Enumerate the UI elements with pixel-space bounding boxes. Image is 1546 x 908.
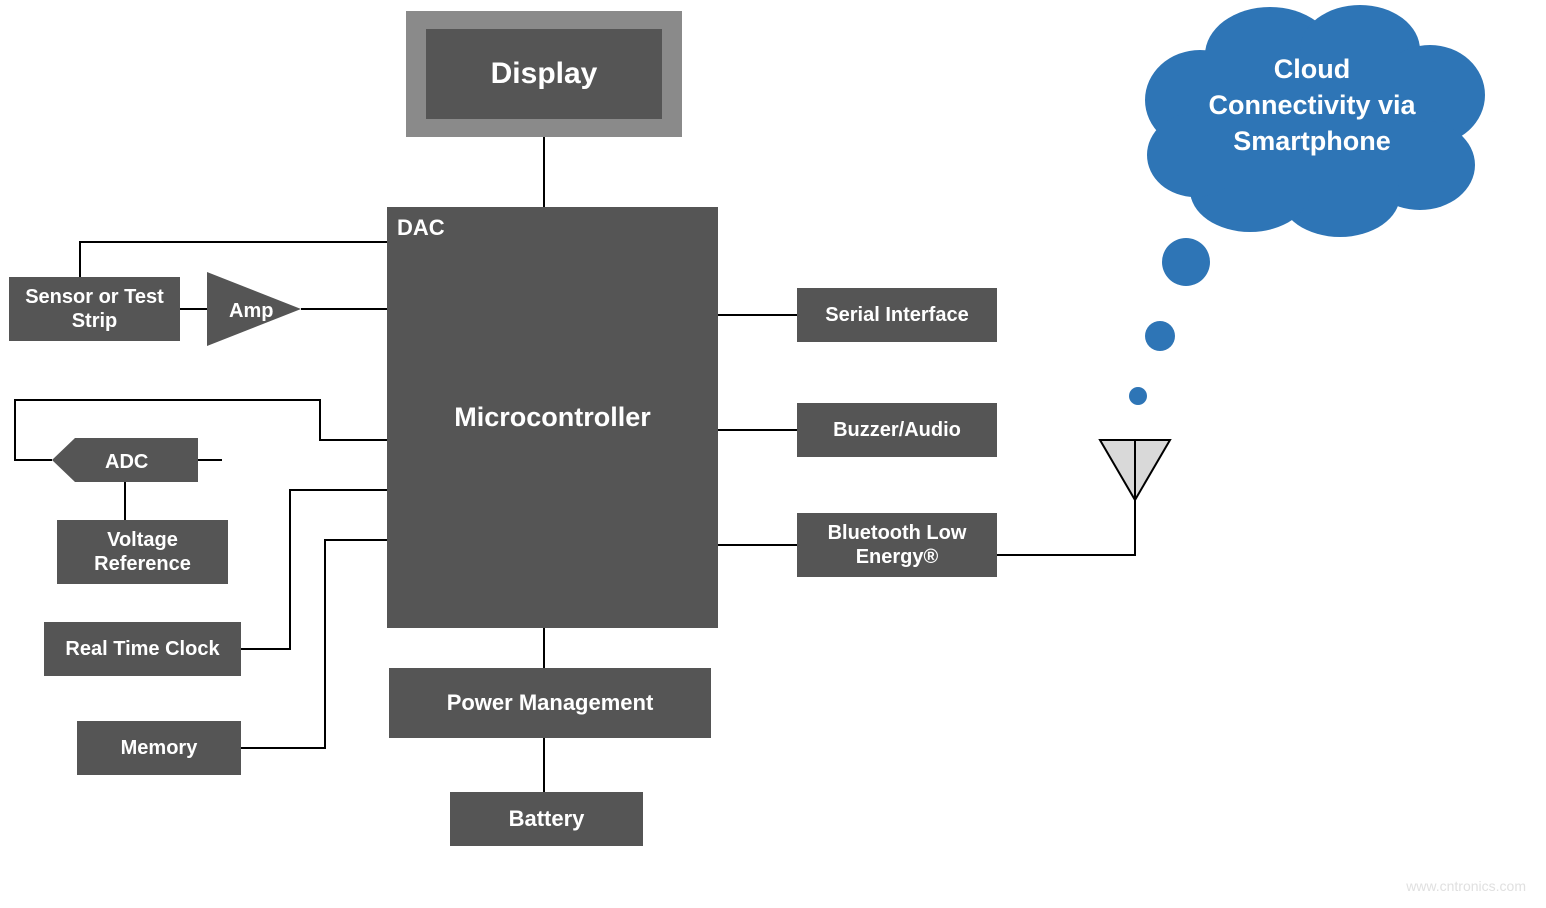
voltage-ref-block: Voltage Reference [57, 520, 228, 584]
voltage-ref-text: Voltage Reference [57, 528, 228, 576]
serial-text: Serial Interface [819, 303, 974, 327]
memory-text: Memory [115, 736, 204, 760]
ble-text: Bluetooth Low Energy® [797, 521, 997, 569]
rtc-text: Real Time Clock [59, 637, 225, 661]
battery-text: Battery [503, 806, 591, 832]
cloud-text-line2: Connectivity via [1208, 90, 1416, 120]
adc-label: ADC [105, 451, 148, 473]
power-block: Power Management [389, 668, 711, 738]
ble-block: Bluetooth Low Energy® [797, 513, 997, 577]
memory-block: Memory [77, 721, 241, 775]
serial-block: Serial Interface [797, 288, 997, 342]
buzzer-text: Buzzer/Audio [827, 418, 967, 442]
watermark-text: www.cntronics.com [1406, 878, 1526, 894]
sensor-block: Sensor or Test Strip [9, 277, 180, 341]
cloud-text-line1: Cloud [1274, 54, 1350, 84]
conn-memory-mcu [241, 540, 387, 748]
power-text: Power Management [441, 690, 660, 716]
battery-block: Battery [450, 792, 643, 846]
cloud-shape [1145, 5, 1485, 237]
conn-dac-sensor [80, 242, 387, 277]
microcontroller-text: Microcontroller [448, 401, 657, 433]
display-text: Display [485, 56, 604, 92]
rtc-block: Real Time Clock [44, 622, 241, 676]
microcontroller-block: Microcontroller DAC [387, 207, 718, 628]
conn-ble-antenna [997, 490, 1135, 555]
cloud-dot-small [1129, 387, 1147, 405]
dac-text: DAC [397, 215, 445, 241]
conn-rtc-mcu [241, 490, 387, 649]
buzzer-block: Buzzer/Audio [797, 403, 997, 457]
cloud-dot-med [1145, 321, 1175, 351]
cloud-text-line3: Smartphone [1233, 126, 1391, 156]
cloud-dot-large [1162, 238, 1210, 286]
sensor-text: Sensor or Test Strip [9, 285, 180, 333]
amp-label: Amp [229, 300, 273, 322]
display-block: Display [426, 29, 662, 119]
